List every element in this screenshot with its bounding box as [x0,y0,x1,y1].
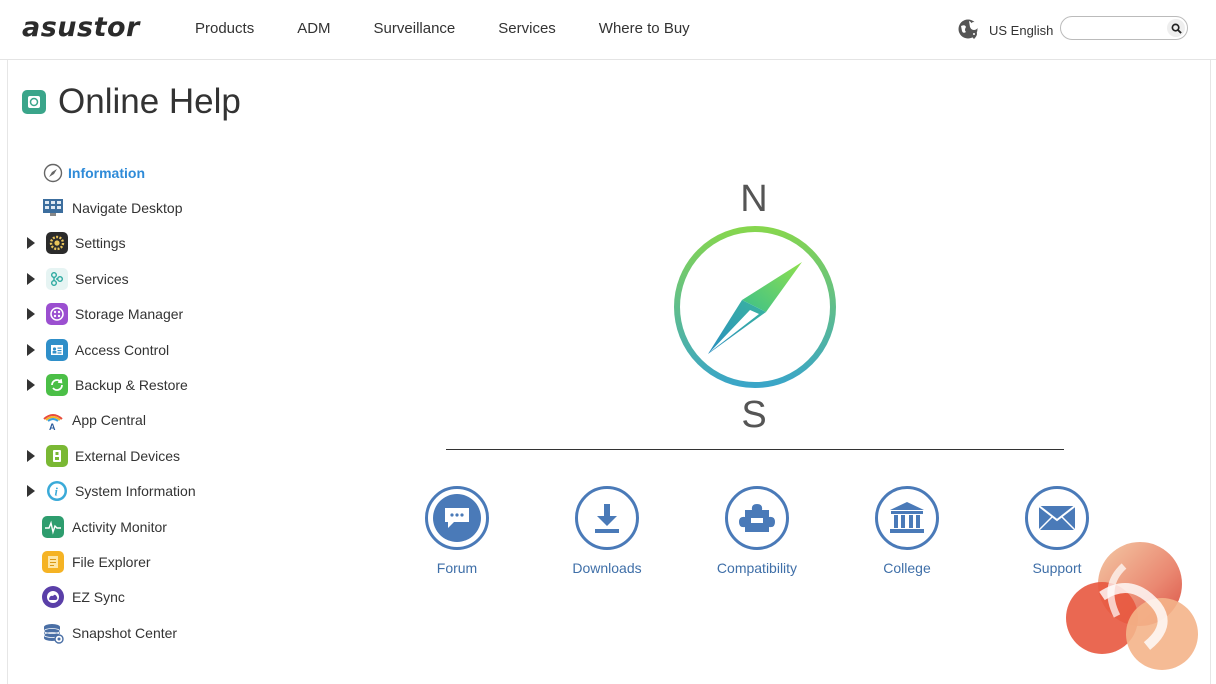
puzzle-icon [739,504,775,532]
downloads-label: Downloads [572,560,642,576]
nav-products[interactable]: Products [195,20,254,37]
nav-where-to-buy[interactable]: Where to Buy [599,20,690,37]
access-control-icon [46,338,68,361]
sidebar-item-label: Snapshot Center [72,624,178,641]
asustor-logo[interactable]: asustor [22,12,140,43]
sidebar-item-snapshot-center[interactable]: Snapshot Center [22,615,302,650]
sidebar-item-label: Activity Monitor [72,518,167,535]
sidebar-item-navigate-desktop[interactable]: Navigate Desktop [22,190,302,225]
sidebar-item-access-control[interactable]: Access Control [22,332,302,367]
external-devices-icon [46,444,68,467]
search-icon [1171,23,1182,34]
expand-arrow-icon[interactable] [27,485,35,498]
compass-icon [42,162,64,184]
downloads-link[interactable]: Downloads [542,486,672,576]
expand-arrow-icon[interactable] [27,343,35,356]
sidebar-item-label: File Explorer [72,553,151,570]
compass-south-label: S [741,394,767,436]
storage-icon [46,303,68,326]
sidebar-item-information[interactable]: Information [22,155,302,190]
college-icon [890,502,924,533]
expand-arrow-icon[interactable] [27,379,35,392]
svg-text:A: A [49,422,56,431]
forum-link[interactable]: Forum [392,486,522,576]
forum-label: Forum [436,560,478,576]
sidebar-item-activity-monitor[interactable]: Activity Monitor [22,509,302,544]
sidebar-item-label: System Information [75,483,196,500]
college-button[interactable] [875,486,939,550]
page-title: Online Help [58,82,241,121]
compatibility-label: Compatibility [716,560,798,576]
downloads-button[interactable] [575,486,639,550]
search-button[interactable] [1167,19,1185,37]
sidebar-item-label: EZ Sync [72,589,125,606]
section-divider [446,449,1064,450]
sidebar-item-label: Services [75,270,129,287]
expand-arrow-icon[interactable] [27,237,35,250]
sidebar-item-label: External Devices [75,447,181,464]
language-selector[interactable]: US English [957,18,1053,42]
snapshot-icon [42,622,64,644]
online-help-icon [22,90,46,114]
gear-icon [46,232,68,255]
mail-icon [1038,505,1076,531]
sidebar-item-app-central[interactable]: A App Central [22,403,302,438]
sidebar-item-label: Access Control [75,341,170,358]
expand-arrow-icon[interactable] [27,308,35,321]
compass-graphic: N S [640,170,870,440]
sidebar-item-file-explorer[interactable]: File Explorer [22,544,302,579]
app-central-icon: A [42,409,64,431]
compatibility-link[interactable]: Compatibility [692,486,822,576]
search-box [1060,16,1188,40]
college-label: College [883,560,931,576]
sidebar-item-storage-manager[interactable]: Storage Manager [22,297,302,332]
sidebar-item-external-devices[interactable]: External Devices [22,438,302,473]
ez-sync-icon [42,586,64,609]
sidebar-item-settings[interactable]: Settings [22,226,302,261]
backup-icon [46,374,68,397]
sidebar-item-label: Information [68,164,145,181]
info-icon: i [46,480,68,502]
college-link[interactable]: College [842,486,972,576]
compatibility-button[interactable] [725,486,789,550]
sidebar-item-label: Backup & Restore [75,377,188,394]
sidebar-item-label: Settings [75,235,126,252]
globe-icon [958,19,979,39]
nav-adm[interactable]: ADM [297,20,330,37]
download-icon [595,504,619,533]
forum-button[interactable] [425,486,489,550]
compass-north-label: N [740,178,768,220]
sidebar-item-label: Navigate Desktop [72,200,183,217]
page-title-area: Online Help [22,82,241,122]
nav-services[interactable]: Services [498,20,556,37]
desktop-icon [42,197,64,219]
search-input[interactable] [1071,21,1165,37]
sidebar-item-ez-sync[interactable]: EZ Sync [22,580,302,615]
sidebar-item-backup-restore[interactable]: Backup & Restore [22,367,302,402]
help-sidebar: Information Navigate Desktop Settings Se… [22,155,302,650]
expand-arrow-icon[interactable] [27,272,35,285]
chat-bubble-icon [445,508,469,528]
language-label: US English [989,22,1054,38]
main-nav: Products ADM Surveillance Services Where… [195,20,733,37]
services-icon [46,267,68,290]
sidebar-item-services[interactable]: Services [22,261,302,296]
sidebar-item-label: App Central [72,412,146,429]
nav-surveillance[interactable]: Surveillance [374,20,456,37]
file-explorer-icon [42,550,64,573]
watermark-logo [1066,542,1198,670]
site-header: asustor Products ADM Surveillance Servic… [0,0,1216,60]
sidebar-item-system-information[interactable]: i System Information [22,474,302,509]
activity-monitor-icon [42,515,64,538]
sidebar-item-label: Storage Manager [75,306,184,323]
expand-arrow-icon[interactable] [27,449,35,462]
